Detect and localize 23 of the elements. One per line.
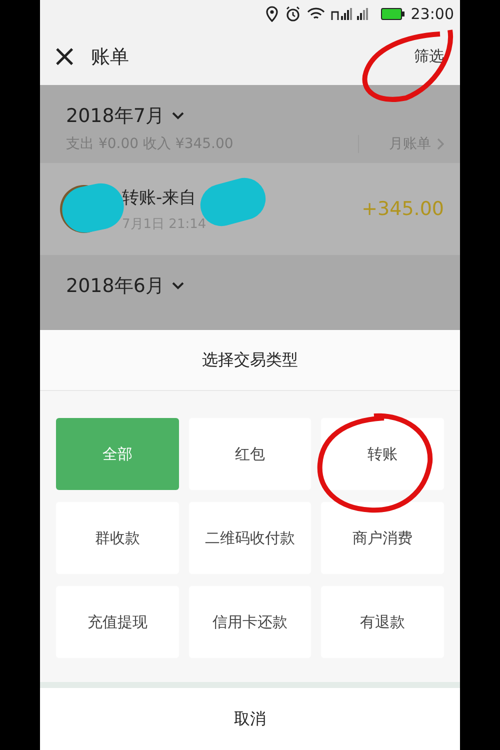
wifi-icon bbox=[306, 7, 325, 21]
type-option[interactable]: 有退款 bbox=[321, 586, 444, 658]
type-option[interactable]: 二维码收付款 bbox=[188, 502, 312, 574]
type-option[interactable]: 群收款 bbox=[56, 502, 179, 574]
chevron-down-icon bbox=[172, 112, 184, 120]
page-title: 账单 bbox=[91, 44, 130, 70]
status-time: 23:00 bbox=[410, 5, 454, 23]
alarm-icon bbox=[284, 6, 301, 22]
location-icon bbox=[264, 6, 279, 22]
close-button[interactable]: × bbox=[52, 42, 78, 72]
month-selector[interactable]: 2018年6月 bbox=[66, 273, 184, 299]
chevron-down-icon bbox=[172, 282, 184, 290]
cancel-button[interactable]: 取消 bbox=[40, 688, 460, 750]
battery-icon bbox=[380, 8, 405, 20]
month-selector[interactable]: 2018年7月 bbox=[66, 103, 184, 129]
type-option[interactable]: 信用卡还款 bbox=[188, 586, 312, 658]
chevron-right-icon bbox=[437, 138, 444, 150]
type-option[interactable]: 商户消费 bbox=[321, 502, 444, 574]
transaction-amount: +345.00 bbox=[362, 198, 444, 220]
transaction-title: 转账-来自 bbox=[122, 186, 196, 208]
type-option[interactable]: 充值提现 bbox=[56, 586, 179, 658]
type-option[interactable]: 红包 bbox=[188, 418, 312, 490]
filter-button[interactable]: 筛选 bbox=[414, 47, 444, 66]
